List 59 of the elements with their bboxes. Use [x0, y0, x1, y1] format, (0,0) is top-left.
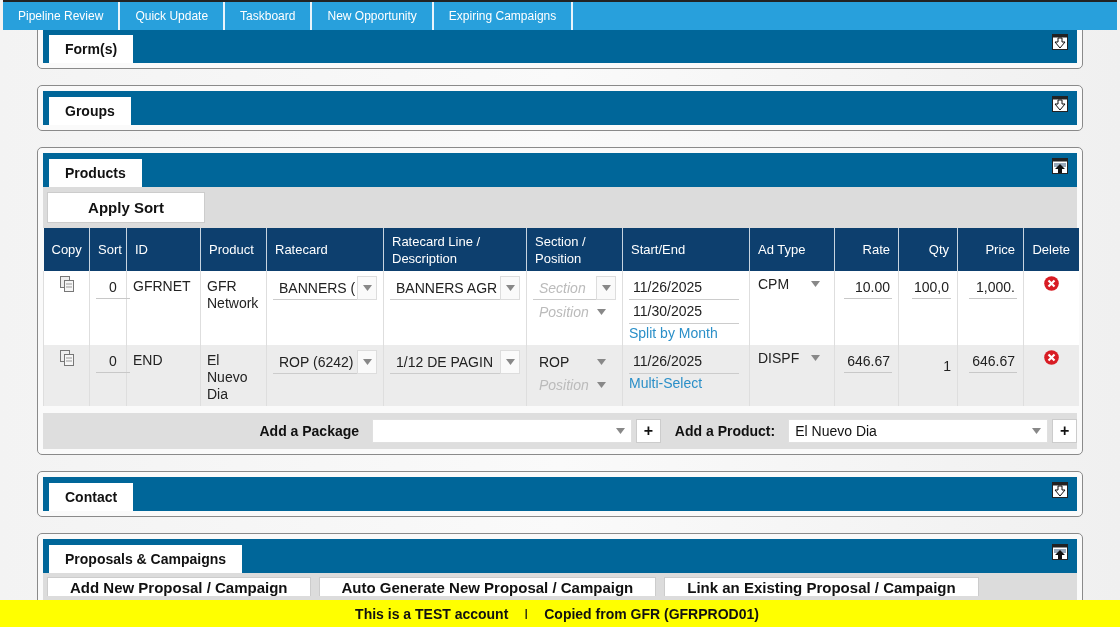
caret-icon: [601, 284, 611, 291]
proposal-button[interactable]: Auto Generate New Proposal / Campaign: [318, 577, 657, 596]
product-name: GFR Network: [207, 277, 260, 312]
caret-icon: [811, 354, 820, 361]
column-header: Sort: [89, 228, 127, 271]
column-header: Ratecard Line / Description: [383, 228, 527, 271]
test-account-notice: This is a TEST account: [355, 605, 509, 622]
link[interactable]: Split by Month: [629, 325, 718, 342]
add-product-label: Add a Product:: [674, 423, 776, 439]
delete-icon[interactable]: [1043, 276, 1059, 291]
column-header: ID: [126, 228, 201, 271]
column-header: Section / Position: [526, 228, 623, 271]
qty-text: 1: [943, 357, 951, 375]
separator: I: [524, 605, 529, 622]
column-header: Ad Type: [749, 228, 835, 271]
caret-icon: [597, 308, 606, 315]
section-title-tab[interactable]: Proposals & Campaigns: [49, 545, 243, 573]
product-select[interactable]: El Nuevo Dia: [788, 419, 1049, 443]
column-header: Qty: [898, 228, 958, 271]
product-name: El Nuevo Dia: [207, 351, 249, 403]
proposal-button[interactable]: Add New Proposal / Campaign: [47, 577, 311, 596]
section-select[interactable]: ROP: [533, 350, 616, 373]
add-package-button[interactable]: +: [636, 419, 661, 443]
caret-icon: [597, 381, 606, 388]
down-arrow-icon[interactable]: [1052, 96, 1068, 112]
section-title-tab[interactable]: Form(s): [49, 35, 134, 63]
copied-from-notice: Copied from GFR (GFRPROD01): [544, 605, 759, 622]
column-header: Rate: [834, 228, 899, 271]
copy-icon[interactable]: [58, 350, 75, 366]
down-arrow-icon[interactable]: [1052, 482, 1068, 498]
caret-icon: [505, 358, 515, 365]
date-field[interactable]: 11/26/2025: [629, 350, 739, 374]
caret-icon: [616, 428, 626, 434]
id-text: END: [133, 351, 163, 369]
column-header: Product: [200, 228, 267, 271]
column-header: Start/End: [622, 228, 750, 271]
proposal-button[interactable]: Link an Existing Proposal / Campaign: [664, 577, 979, 596]
caret-icon: [505, 284, 515, 291]
caret-icon: [362, 284, 372, 291]
date-field[interactable]: 11/30/2025: [629, 300, 739, 324]
add-product-button[interactable]: +: [1052, 419, 1077, 443]
column-header: Copy: [43, 228, 90, 271]
copy-icon[interactable]: [58, 276, 75, 292]
section-title-tab[interactable]: Contact: [49, 483, 134, 511]
add-package-label: Add a Package: [258, 423, 360, 439]
delete-icon[interactable]: [1043, 350, 1059, 365]
down-arrow-icon[interactable]: [1052, 34, 1068, 50]
caret-icon: [597, 358, 606, 365]
caret-icon: [1032, 428, 1042, 434]
date-field[interactable]: 11/26/2025: [629, 276, 739, 300]
column-header: Price: [957, 228, 1024, 271]
caret-icon: [362, 358, 372, 365]
section-title-tab[interactable]: Groups: [49, 97, 131, 125]
column-header: Ratecard: [266, 228, 384, 271]
id-text: GFRNET: [133, 277, 191, 295]
section-title-tab[interactable]: Products: [49, 159, 142, 187]
caret-icon: [811, 280, 820, 287]
apply-sort-button[interactable]: Apply Sort: [47, 192, 205, 223]
column-header: Delete: [1023, 228, 1079, 271]
